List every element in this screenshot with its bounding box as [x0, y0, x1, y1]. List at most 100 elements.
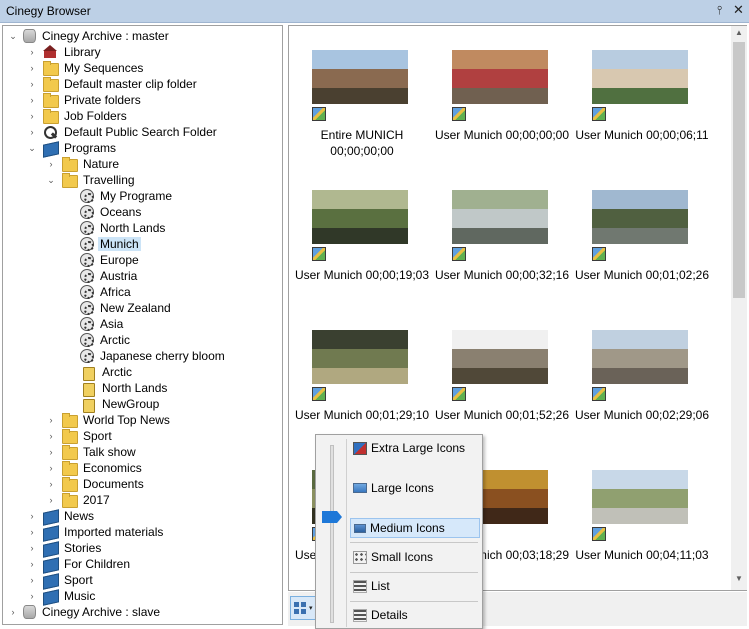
gallery-scrollbar[interactable]: ▲ ▼: [731, 26, 747, 590]
scroll-thumb[interactable]: [733, 42, 745, 298]
folder-tree[interactable]: ⌄ Cinegy Archive : master › Library › My Sequ…: [2, 25, 283, 625]
expand-chevron-icon[interactable]: ›: [26, 79, 38, 89]
tree-item[interactable]: Arctic: [64, 332, 132, 348]
tree-item[interactable]: › Library: [26, 44, 103, 60]
view-menu-item[interactable]: Medium Icons: [350, 518, 480, 538]
tree-item[interactable]: North Lands: [64, 220, 167, 236]
tree-item[interactable]: › Cinegy Archive : slave: [7, 604, 162, 620]
tree-item[interactable]: Arctic: [64, 364, 134, 381]
expand-chevron-icon[interactable]: ›: [26, 511, 38, 521]
view-menu-item[interactable]: Small Icons: [350, 547, 480, 567]
tree-item[interactable]: › Sport: [45, 428, 114, 444]
expand-chevron-icon[interactable]: ›: [45, 447, 57, 457]
clip-label: User Munich 00;04;11;03: [575, 548, 709, 562]
tree-item[interactable]: › Economics: [45, 460, 144, 476]
clip-tile[interactable]: User Munich 00;00;32;16: [432, 190, 572, 320]
expand-chevron-icon[interactable]: ›: [26, 575, 38, 585]
icon-size-slider-thumb[interactable]: [322, 511, 342, 523]
expand-chevron-icon[interactable]: ›: [26, 591, 38, 601]
tree-item[interactable]: › Nature: [45, 156, 121, 172]
tree-item[interactable]: › Music: [26, 588, 97, 604]
expand-chevron-icon[interactable]: ⌄: [45, 175, 57, 186]
clip-thumbnail[interactable]: [452, 330, 548, 384]
tree-item-label: Cinegy Archive : master: [42, 29, 169, 43]
clip-tile[interactable]: User Munich 00;04;11;03: [572, 470, 712, 590]
expand-chevron-icon[interactable]: ›: [45, 479, 57, 489]
view-menu-item[interactable]: List: [350, 576, 480, 596]
tree-item[interactable]: Africa: [64, 284, 133, 300]
clip-thumbnail[interactable]: [312, 50, 408, 104]
tree-item[interactable]: › Stories: [26, 540, 103, 556]
clip-tile[interactable]: User Munich 00;00;19;03: [292, 190, 432, 320]
tree-item[interactable]: ⌄ Programs: [26, 140, 118, 156]
expand-chevron-icon[interactable]: ›: [26, 63, 38, 73]
expand-chevron-icon[interactable]: ›: [45, 159, 57, 169]
expand-chevron-icon[interactable]: ›: [45, 415, 57, 425]
tree-item[interactable]: NewGroup: [64, 396, 161, 413]
expand-chevron-icon[interactable]: ›: [26, 127, 38, 137]
clip-tile[interactable]: Entire MUNICH 00;00;00;00: [292, 50, 432, 180]
tree-item[interactable]: › Private folders: [26, 92, 143, 108]
clip-tile[interactable]: User Munich 00;02;29;06: [572, 330, 712, 460]
expand-chevron-icon[interactable]: ›: [7, 607, 19, 617]
tree-item[interactable]: › Default Public Search Folder: [26, 124, 219, 140]
tree-item[interactable]: › World Top News: [45, 412, 172, 428]
tree-item[interactable]: › News: [26, 508, 96, 524]
tree-item[interactable]: › Default master clip folder: [26, 76, 199, 92]
close-icon[interactable]: ✕: [733, 2, 744, 18]
tree-item-label: Documents: [83, 477, 144, 491]
tree-item[interactable]: › Talk show: [45, 444, 138, 460]
clip-tile[interactable]: User Munich 00;01;02;26: [572, 190, 712, 320]
clip-tile[interactable]: User Munich 00;00;00;00: [432, 50, 572, 180]
tree-item[interactable]: North Lands: [64, 380, 169, 397]
expand-chevron-icon[interactable]: ⌄: [26, 143, 38, 154]
expand-chevron-icon[interactable]: ›: [45, 431, 57, 441]
expand-chevron-icon[interactable]: ›: [45, 495, 57, 505]
expand-chevron-icon[interactable]: ›: [26, 559, 38, 569]
clip-thumbnail[interactable]: [452, 50, 548, 104]
expand-chevron-icon[interactable]: ›: [45, 463, 57, 473]
clip-thumbnail[interactable]: [592, 330, 688, 384]
tree-item[interactable]: Austria: [64, 268, 139, 284]
scroll-up-icon[interactable]: ▲: [731, 28, 747, 37]
tree-item[interactable]: › For Children: [26, 556, 132, 572]
clip-thumbnail[interactable]: [592, 50, 688, 104]
view-menu-item[interactable]: Extra Large Icons: [350, 438, 480, 458]
tree-item[interactable]: Japanese cherry bloom: [64, 348, 227, 364]
clip-thumbnail[interactable]: [592, 470, 688, 524]
icon-size-slider[interactable]: [330, 445, 334, 623]
view-menu-item[interactable]: Details: [350, 605, 480, 625]
view-menu-item[interactable]: Large Icons: [350, 478, 480, 498]
tree-item[interactable]: Europe: [64, 252, 141, 268]
tree-item-label: My Programe: [100, 189, 173, 203]
tree-item[interactable]: › Imported materials: [26, 524, 165, 540]
expand-chevron-icon[interactable]: ›: [26, 95, 38, 105]
tree-item[interactable]: › Job Folders: [26, 108, 129, 124]
tree-item[interactable]: Asia: [64, 316, 125, 332]
tree-item[interactable]: ⌄ Cinegy Archive : master: [7, 28, 171, 44]
scroll-down-icon[interactable]: ▼: [731, 574, 747, 583]
tree-item[interactable]: New Zealand: [64, 300, 173, 316]
tree-item[interactable]: › Sport: [26, 572, 95, 588]
clip-tile[interactable]: User Munich 00;00;06;11: [572, 50, 712, 180]
clip-thumbnail[interactable]: [312, 330, 408, 384]
tree-item[interactable]: › My Sequences: [26, 60, 145, 76]
tree-item[interactable]: › Documents: [45, 476, 146, 492]
tree-item-label: NewGroup: [102, 397, 160, 411]
expand-chevron-icon[interactable]: ›: [26, 527, 38, 537]
clip-thumbnail[interactable]: [452, 190, 548, 244]
clip-thumbnail[interactable]: [312, 190, 408, 244]
view-mode-button[interactable]: ▾: [290, 596, 317, 620]
expand-chevron-icon[interactable]: ⌄: [7, 31, 19, 42]
expand-chevron-icon[interactable]: ›: [26, 111, 38, 121]
tree-item[interactable]: My Programe: [64, 188, 174, 204]
clip-thumbnail[interactable]: [592, 190, 688, 244]
tree-item-label: Sport: [83, 429, 112, 443]
tree-item[interactable]: Oceans: [64, 204, 143, 220]
pin-icon[interactable]: ⫯: [717, 3, 722, 18]
tree-item[interactable]: ⌄ Travelling: [45, 172, 137, 188]
expand-chevron-icon[interactable]: ›: [26, 47, 38, 57]
expand-chevron-icon[interactable]: ›: [26, 543, 38, 553]
tree-item[interactable]: Munich: [64, 236, 141, 252]
tree-item[interactable]: › 2017: [45, 492, 112, 508]
